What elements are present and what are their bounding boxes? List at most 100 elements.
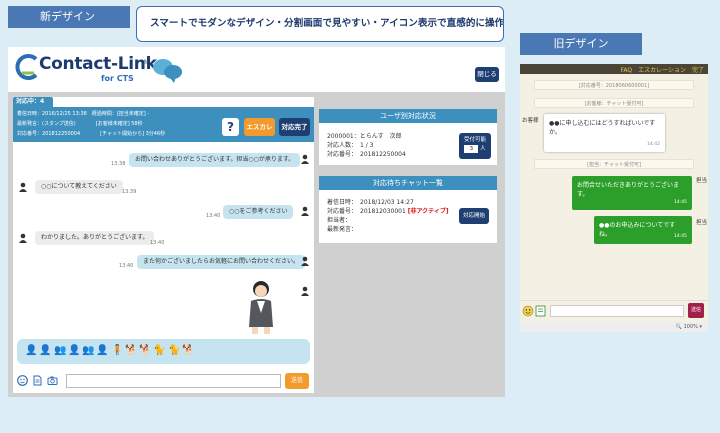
old-nav-links[interactable]: FAQ エスカレーション 完了 xyxy=(620,65,704,74)
waiting-number: 対応番号： 201812030001 xyxy=(327,208,406,215)
message-time: 13:40 xyxy=(150,240,165,246)
message-time: 13:40 xyxy=(206,213,221,219)
chat-panel: 対応中：4 着信日時：2016/12/25 13:38 経過時間：[担当未確定]… xyxy=(13,97,314,393)
stamp-person-icon[interactable]: 👤 xyxy=(96,345,108,356)
old-input-bar: 送信 xyxy=(520,300,708,320)
waiting-number-row: 対応番号： 201812030001 [非アクティブ] xyxy=(327,206,449,215)
stamp-animal-icon[interactable]: 🐈 xyxy=(153,345,165,356)
old-system-line: [担当：チャット受付可] xyxy=(534,159,694,169)
old-design-label: 旧デザイン xyxy=(520,33,642,55)
old-message-time: 14:45 xyxy=(674,234,687,239)
capacity-unit: 人 xyxy=(480,146,486,152)
old-customer-label: お客様 xyxy=(522,118,539,124)
old-agent-label: 担当 xyxy=(696,178,708,184)
escalate-button[interactable]: エスカレ xyxy=(244,118,275,136)
old-message-input[interactable] xyxy=(550,305,684,317)
stamp-person-icon[interactable]: 👥 xyxy=(82,345,94,356)
customer-avatar-icon xyxy=(19,233,27,243)
old-agent-text: ●●のお申込みについてですね。 xyxy=(599,222,676,238)
stamp-person-icon[interactable]: 👤 xyxy=(25,345,37,356)
customer-message: わかりました。ありがとうございます。 xyxy=(35,231,155,245)
stamp-person-icon[interactable]: 👤 xyxy=(39,345,51,356)
old-agent-text: お問合せいただきありがとうございます。 xyxy=(577,182,680,198)
capacity-select[interactable]: 3 xyxy=(464,145,479,153)
stamp-person-icon[interactable]: 👤 xyxy=(68,345,80,356)
old-message-time: 14:45 xyxy=(674,200,687,205)
document-icon[interactable] xyxy=(32,375,43,386)
old-system-line: [お客様：チャット受付可] xyxy=(534,98,694,108)
old-agent-message: お問合せいただきありがとうございます。 14:45 xyxy=(572,176,692,210)
operator-message: ○○をご参考ください xyxy=(223,205,294,219)
accept-capacity-control[interactable]: 受付可能 3 人 xyxy=(459,133,491,159)
operator-message: また何かございましたらお気軽にお問い合わせください。 xyxy=(137,255,306,269)
zoom-level[interactable]: 100% xyxy=(684,324,698,330)
tab-active-chat[interactable]: 対応中：4 xyxy=(13,97,53,107)
old-agent-message: ●●のお申込みについてですね。 14:45 xyxy=(594,216,692,244)
message-time: 13:39 xyxy=(122,189,137,195)
customer-message: ○○について教えてください xyxy=(35,180,123,194)
info-row: 最新発言：(スタンプ送信) [お客様未確定] 58秒 xyxy=(17,121,143,127)
waiting-title: 対応待ちチャット一覧 xyxy=(319,176,497,190)
message-time: 13:40 xyxy=(119,263,134,269)
user-id-line: 2000001：とらんす 次郎 xyxy=(327,133,402,140)
feature-callout: スマートでモダンなデザイン・分割画面で見やすい・アイコン表示で直感的に操作。 xyxy=(136,6,504,42)
waiting-chat-panel: 対応待ちチャット一覧 着信日時： 2018/12/03 14:27 対応番号： … xyxy=(319,176,497,243)
smile-icon[interactable] xyxy=(17,375,28,386)
camera-icon[interactable] xyxy=(47,375,58,386)
chat-bubbles-icon xyxy=(153,59,182,83)
close-button[interactable]: 閉じる xyxy=(475,67,499,82)
customer-avatar-icon xyxy=(19,182,27,192)
message-input-bar: 送信 xyxy=(13,367,314,393)
old-message-time: 14:42 xyxy=(647,142,660,147)
old-top-bar: FAQ エスカレーション 完了 xyxy=(520,64,708,74)
chevron-down-icon[interactable]: ▾ xyxy=(699,324,702,330)
chat-info-bar: 着信日時：2016/12/25 13:38 経過時間：[担当未確定] - 最新発… xyxy=(13,107,314,142)
logo-registered: ® xyxy=(142,59,148,66)
info-row: 着信日時：2016/12/25 13:38 経過時間：[担当未確定] - xyxy=(17,111,150,117)
start-chat-button[interactable]: 対応開始 xyxy=(459,208,489,224)
send-button[interactable]: 送信 xyxy=(285,373,309,389)
new-design-window: Contact-Link ® for CTS 閉じる 対応中：4 着信日時：20… xyxy=(8,47,505,397)
operator-avatar-icon xyxy=(301,256,309,266)
stamp-animal-icon[interactable]: 🐕 xyxy=(125,345,137,356)
stamp-animal-icon[interactable]: 🐕 xyxy=(139,345,151,356)
logo-c-icon xyxy=(15,54,38,80)
help-button[interactable]: ? xyxy=(222,118,239,136)
operator-avatar-icon xyxy=(301,286,309,296)
operator-sticker-icon xyxy=(249,281,273,334)
old-customer-text: ●●に申し込むにはどうすればいいですか。 xyxy=(549,120,656,136)
new-design-label: 新デザイン xyxy=(8,6,130,28)
user-status-title: ユーザ別対応状況 xyxy=(319,109,497,123)
logo-subtitle: for CTS xyxy=(101,74,134,83)
app-header: Contact-Link ® for CTS 閉じる xyxy=(8,47,505,92)
user-status-panel: ユーザ別対応状況 2000001：とらんす 次郎 対応人数： 1 / 3 対応番… xyxy=(319,109,497,165)
user-number-line: 対応番号： 201812250004 xyxy=(327,151,406,158)
info-row: 対応番号：201812250004 [チャット開始から] 3分46秒 xyxy=(17,131,166,137)
user-count-line: 対応人数： 1 / 3 xyxy=(327,142,374,149)
old-status-bar: 🔍 100% ▾ xyxy=(520,322,708,332)
complete-button[interactable]: 対応完了 xyxy=(279,118,310,136)
stamp-animal-icon[interactable]: 🐈 xyxy=(168,345,180,356)
accept-label: 受付可能 xyxy=(463,137,486,143)
stamp-animal-icon[interactable]: 🐕 xyxy=(182,345,194,356)
old-system-line: [対応番号：2018060600001] xyxy=(534,80,694,90)
operator-message: お問い合わせありがとうございます。担当○○が承ります。 xyxy=(129,153,301,167)
stamp-palette: 👤 👤 👥 👤 👥 👤 🧍 🐕 🐕 🐈 🐈 🐕 xyxy=(17,339,310,364)
old-agent-label: 担当 xyxy=(696,220,708,226)
stamp-person-icon[interactable]: 👥 xyxy=(54,345,66,356)
message-input[interactable] xyxy=(66,374,281,388)
old-customer-message: ●●に申し込むにはどうすればいいですか。 14:42 xyxy=(544,114,665,152)
logo-text: Contact-Link xyxy=(39,54,157,74)
template-icon[interactable] xyxy=(535,305,547,317)
old-design-window: FAQ エスカレーション 完了 [対応番号：2018060600001] [お客… xyxy=(520,64,708,332)
inactive-badge: [非アクティブ] xyxy=(407,208,449,215)
old-send-button[interactable]: 送信 xyxy=(688,303,704,318)
waiting-last: 最新発言： xyxy=(327,226,358,233)
zoom-icon: 🔍 xyxy=(675,324,682,330)
operator-avatar-icon xyxy=(301,154,309,164)
waiting-staff: 担当者： xyxy=(327,217,352,224)
smile-icon[interactable] xyxy=(522,305,534,317)
operator-avatar-icon xyxy=(301,206,309,216)
stamp-person-icon[interactable]: 🧍 xyxy=(111,345,123,356)
waiting-arrival: 着信日時： 2018/12/03 14:27 xyxy=(327,199,414,206)
